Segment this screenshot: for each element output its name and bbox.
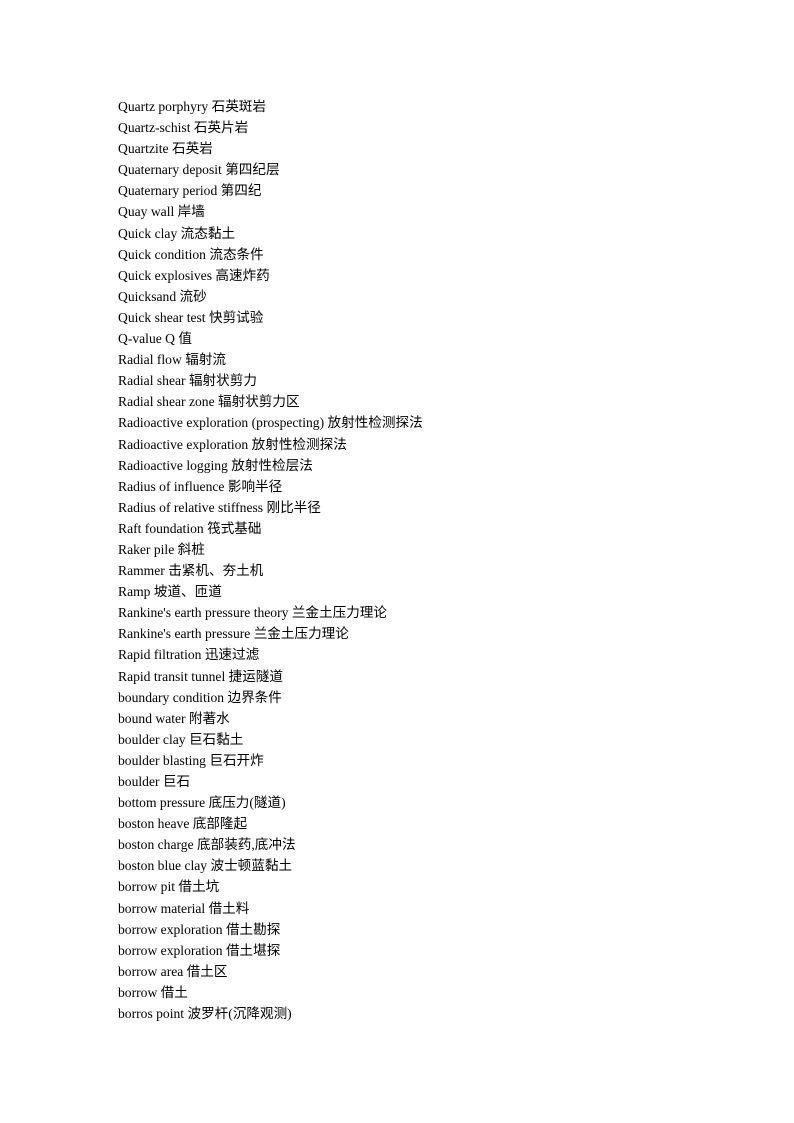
glossary-entry: Radial flow 辐射流 <box>118 352 226 368</box>
glossary-entry: bottom pressure 底压力(隧道) <box>118 795 286 811</box>
glossary-entry: Quartzite 石英岩 <box>118 141 213 157</box>
document-page: Quartz porphyry 石英斑岩 Quartz-schist 石英片岩 Qu… <box>0 0 794 1123</box>
glossary-entry: Radial shear zone 辐射状剪力区 <box>118 394 300 410</box>
glossary-entry: Rammer 击紧机、夯土机 <box>118 563 264 579</box>
glossary-entry: boston heave 底部隆起 <box>118 816 248 832</box>
glossary-entry: borros point 波罗杆(沉降观测) <box>118 1006 292 1022</box>
glossary-entry: Radius of relative stiffness 刚比半径 <box>118 499 321 515</box>
glossary-entry: bound water 附著水 <box>118 710 230 726</box>
glossary-entry: Radial shear 辐射状剪力 <box>118 373 257 389</box>
glossary-entry: Quaternary period 第四纪 <box>118 183 262 199</box>
glossary-entry: boston blue clay 波士顿蓝黏土 <box>118 858 293 874</box>
glossary-entry: boulder clay 巨石黏土 <box>118 731 244 747</box>
glossary-entry: Quick explosives 高速炸药 <box>118 267 270 283</box>
glossary-entry: boundary condition 边界条件 <box>118 689 282 705</box>
glossary-entry: Radioactive logging 放射性检层法 <box>118 457 313 473</box>
glossary-entry: Quicksand 流砂 <box>118 288 207 304</box>
glossary-entry: Radioactive exploration 放射性检测探法 <box>118 436 347 452</box>
glossary-entry: Quick shear test 快剪试验 <box>118 309 264 325</box>
glossary-entry: Q-value Q 值 <box>118 331 192 347</box>
glossary-entry: boulder blasting 巨石开炸 <box>118 752 264 768</box>
glossary-entry-list: Quartz porphyry 石英斑岩 Quartz-schist 石英片岩 Qu… <box>118 96 678 1024</box>
glossary-entry: Ramp 坡道、匝道 <box>118 584 222 600</box>
glossary-entry: Quaternary deposit 第四纪层 <box>118 162 280 178</box>
glossary-entry: borrow pit 借土坑 <box>118 879 220 895</box>
glossary-entry: boston charge 底部装药,底冲法 <box>118 837 296 853</box>
glossary-entry: Quartz porphyry 石英斑岩 <box>118 99 266 114</box>
glossary-entry: Rapid filtration 迅速过滤 <box>118 647 260 663</box>
glossary-entry: Raft foundation 筏式基础 <box>118 520 262 536</box>
glossary-entry: boulder 巨石 <box>118 774 191 789</box>
glossary-entry: borrow area 借土区 <box>118 963 228 979</box>
glossary-entry: Raker pile 斜桩 <box>118 541 205 557</box>
glossary-entry: Quick clay 流态黏土 <box>118 225 236 241</box>
glossary-entry: Rapid transit tunnel 捷运隧道 <box>118 668 283 684</box>
glossary-entry: Rankine's earth pressure theory 兰金土压力理论 <box>118 605 387 621</box>
glossary-entry: Radius of influence 影响半径 <box>118 478 283 494</box>
glossary-entry: Quartz-schist 石英片岩 <box>118 120 249 136</box>
glossary-entry: borrow 借土 <box>118 984 188 1000</box>
glossary-entry: borrow material 借土料 <box>118 900 250 916</box>
glossary-entry: borrow exploration 借土勘探 <box>118 921 281 937</box>
glossary-entry: borrow exploration 借土堪探 <box>118 942 281 958</box>
glossary-entry: Quick condition 流态条件 <box>118 246 264 262</box>
glossary-entry: Radioactive exploration (prospecting) 放射… <box>118 415 423 431</box>
glossary-entry: Quay wall 岸墙 <box>118 204 205 220</box>
glossary-entry: Rankine's earth pressure 兰金土压力理论 <box>118 626 349 642</box>
